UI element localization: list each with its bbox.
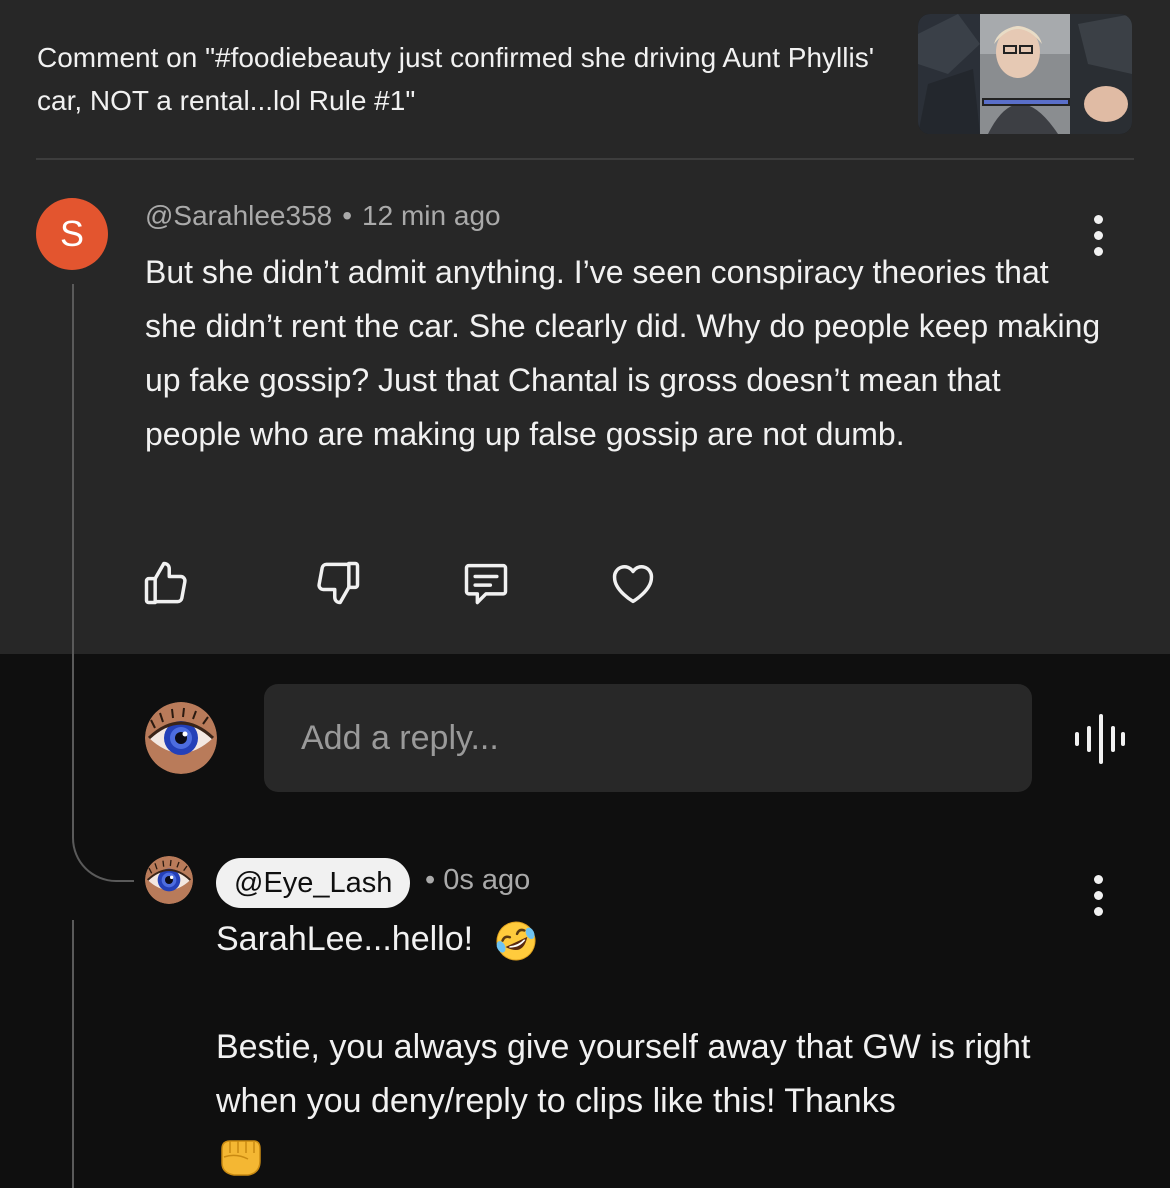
rolling-on-floor-laughing-emoji [496, 921, 536, 961]
divider [36, 158, 1134, 160]
meta-separator: • [425, 864, 436, 896]
comment-meta: @Sarahlee358 • 12 min ago [145, 200, 501, 232]
comment-time: 12 min ago [362, 200, 501, 231]
avatar[interactable]: S [36, 198, 108, 270]
reply-icon[interactable] [459, 557, 513, 609]
thumbs-up-icon[interactable] [140, 557, 192, 609]
page-title: Comment on "#foodiebeauty just confirmed… [37, 42, 875, 116]
reply-input[interactable]: Add a reply... [264, 684, 1032, 792]
thread-line [72, 284, 74, 824]
thread-line [72, 920, 74, 1188]
heart-icon[interactable] [606, 557, 660, 609]
reply-body: SarahLee...hello! Bestie, you always giv… [216, 912, 1116, 1182]
reply-author[interactable]: @Eye_Lash [216, 858, 411, 908]
thread-connector [72, 818, 134, 882]
thumbs-down-icon[interactable] [312, 557, 364, 609]
video-thumbnail[interactable] [918, 14, 1132, 134]
voice-search-icon[interactable] [1072, 712, 1126, 766]
reply-line-2: Bestie, you always give yourself away th… [216, 1028, 1031, 1120]
fist-bump-emoji [221, 1140, 261, 1176]
comment-author[interactable]: @Sarahlee358 [145, 200, 332, 231]
meta-separator: • [342, 200, 353, 231]
comment-body: But she didn’t admit anything. I’ve seen… [145, 254, 1101, 452]
avatar[interactable] [145, 702, 217, 774]
reply-time: 0s ago [443, 864, 531, 896]
avatar[interactable] [145, 856, 193, 904]
reply-line-1: SarahLee...hello! [216, 920, 474, 958]
reply-meta: • 0s ago [425, 864, 530, 897]
